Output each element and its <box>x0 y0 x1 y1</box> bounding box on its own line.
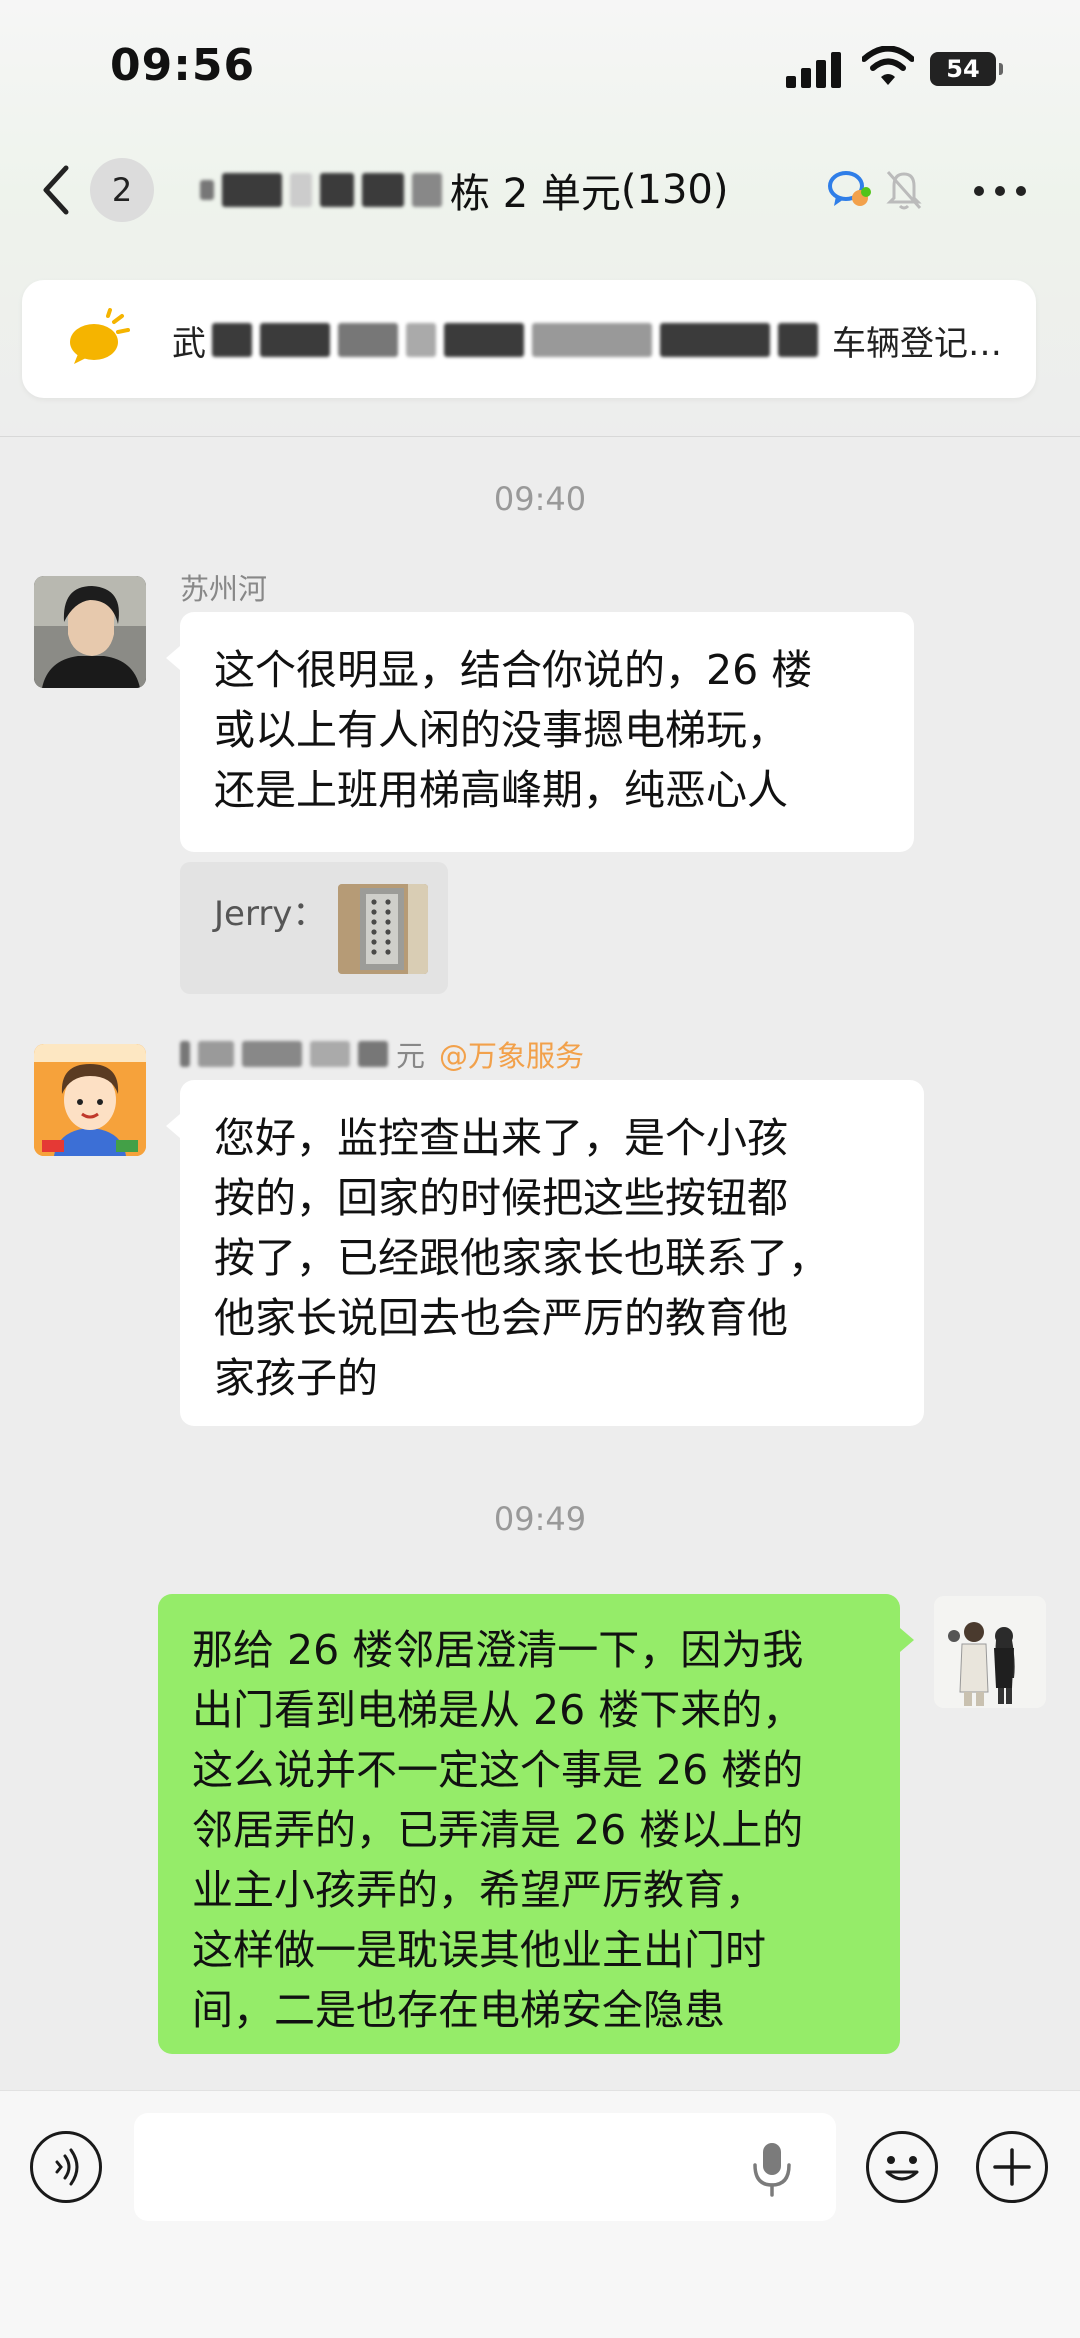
sender-org-tag: @万象服务 <box>439 1039 585 1073</box>
redacted-text <box>362 173 404 207</box>
plus-button[interactable] <box>976 2131 1048 2203</box>
mute-bell-icon <box>886 171 922 210</box>
chat-title: 栋 2 单元 (130) <box>200 160 728 220</box>
message-bubble-self[interactable]: 那给 26 楼邻居澄清一下，因为我 出门看到电梯是从 26 楼下来的， 这么说并… <box>158 1594 914 2054</box>
redacted-text <box>212 323 252 357</box>
divider <box>0 436 1080 437</box>
battery-icon: 54 <box>930 52 1003 86</box>
status-time: 09:56 <box>110 40 256 91</box>
emoji-icon <box>885 2156 919 2181</box>
redacted-text <box>320 173 354 207</box>
quote-author: Jerry： <box>214 894 327 934</box>
redacted-text <box>406 323 436 357</box>
avatar[interactable] <box>34 576 146 688</box>
redacted-text <box>290 173 312 207</box>
pinned-notice[interactable]: 武 车辆登记… <box>22 280 1036 398</box>
redacted-text <box>222 173 282 207</box>
notice-text-end: 车辆登记… <box>832 323 1002 364</box>
message-line: 您好，监控查出来了，是个小孩 <box>214 1114 788 1162</box>
redacted-text <box>200 180 214 200</box>
sender-name: 苏州河 <box>180 572 268 606</box>
cartoon-avatar-icon <box>34 1044 146 1156</box>
redacted-text <box>660 323 770 357</box>
member-count: (130) <box>620 167 729 213</box>
redacted-text <box>198 1041 234 1067</box>
message-line: 他家长说回去也会严厉的教育他 <box>214 1294 788 1342</box>
avatar[interactable] <box>34 1044 146 1156</box>
message-line: 间，二是也存在电梯安全隐患 <box>192 1986 725 2034</box>
more-options-icon[interactable] <box>972 184 1028 198</box>
message-line: 这个很明显，结合你说的，26 楼 <box>214 646 813 694</box>
message-line: 那给 26 楼邻居澄清一下，因为我 <box>192 1626 804 1674</box>
avatar-photo-icon <box>34 576 146 688</box>
sender-name-visible: 元 <box>396 1039 426 1073</box>
redacted-text <box>778 323 818 357</box>
announcement-icon <box>70 308 130 364</box>
redacted-text <box>338 323 398 357</box>
couple-avatar-icon <box>934 1596 1046 1708</box>
message-line: 或以上有人闲的没事摁电梯玩， <box>214 706 788 754</box>
elevator-panel-image-icon <box>338 884 428 974</box>
unread-count-badge[interactable]: 2 <box>90 158 154 222</box>
message-timestamp: 09:40 <box>493 480 587 518</box>
redacted-text <box>532 323 652 357</box>
emoji-button[interactable] <box>866 2131 938 2203</box>
back-arrow-icon[interactable] <box>36 160 80 220</box>
message-line: 这么说并不一定这个事是 26 楼的 <box>192 1746 804 1794</box>
cellular-signal-icon <box>786 52 846 88</box>
redacted-text <box>242 1041 302 1067</box>
message-line: 出门看到电梯是从 26 楼下来的， <box>192 1686 804 1734</box>
message-line: 按的，回家的时候把这些按钮都 <box>214 1174 788 1222</box>
message-line: 还是上班用梯高峰期，纯恶心人 <box>214 766 788 814</box>
quote-image-thumbnail[interactable] <box>338 884 428 974</box>
chat-title-text: 栋 2 单元 <box>450 171 621 217</box>
redacted-text <box>444 323 524 357</box>
message-bubble[interactable]: 这个很明显，结合你说的，26 楼 或以上有人闲的没事摁电梯玩， 还是上班用梯高峰… <box>166 612 914 852</box>
redacted-text <box>310 1041 350 1067</box>
message-line: 按了，已经跟他家家长也联系了， <box>214 1234 829 1282</box>
avatar-self[interactable] <box>934 1596 1046 1708</box>
message-input[interactable] <box>134 2113 836 2221</box>
message-line: 这样做一是耽误其他业主出门时 <box>192 1926 766 1974</box>
message-timestamp: 09:49 <box>493 1500 587 1538</box>
voice-toggle-button[interactable] <box>30 2131 102 2203</box>
redacted-text <box>412 173 442 207</box>
sender-name: 元 @万象服务 <box>180 1036 585 1073</box>
redacted-text <box>358 1041 388 1067</box>
input-bar <box>0 2090 1080 2338</box>
message-line: 业主小孩弄的，希望严厉教育， <box>192 1866 766 1914</box>
wifi-icon <box>862 46 914 85</box>
redacted-text <box>180 1041 190 1067</box>
mic-icon[interactable] <box>750 2141 794 2197</box>
plus-icon <box>993 2148 1031 2186</box>
message-line: 邻居弄的，已弄清是 26 楼以上的 <box>192 1806 804 1854</box>
redacted-text <box>260 323 330 357</box>
message-bubble[interactable]: 您好，监控查出来了，是个小孩 按的，回家的时候把这些按钮都 按了，已经跟他家家长… <box>166 1080 924 1426</box>
group-chat-icon <box>828 171 871 206</box>
message-line: 家孩子的 <box>214 1354 378 1402</box>
quoted-reply[interactable]: Jerry： <box>180 862 448 994</box>
voice-toggle-icon <box>55 2148 79 2186</box>
notice-text-start: 武 <box>172 323 206 364</box>
